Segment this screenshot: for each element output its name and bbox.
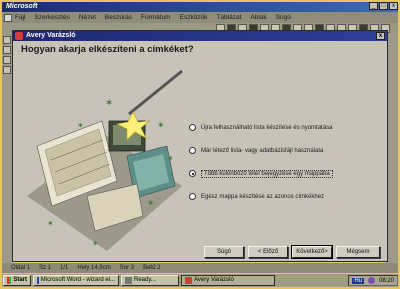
- taskbar-item-word[interactable]: Microsoft Word - wizard el...: [33, 275, 119, 286]
- option-label: Már létező lista- vagy adatbázisfájl has…: [201, 147, 324, 154]
- dialog-heading: Hogyan akarja elkészíteni a címkéket?: [21, 44, 194, 55]
- radio-button[interactable]: [189, 147, 196, 154]
- star-icon: ✶: [157, 120, 165, 130]
- clock: 08:20: [378, 277, 394, 284]
- taskbar-item-avery[interactable]: Avery Varázsló: [181, 275, 275, 286]
- menu-view[interactable]: Nézet: [79, 12, 96, 23]
- menu-insert[interactable]: Beszúrás: [105, 12, 132, 23]
- status-column: Betű 2: [143, 265, 161, 271]
- taskbar: Start Microsoft Word - wizard el... Read…: [2, 274, 398, 287]
- taskbar-item-label: Ready...: [134, 277, 156, 283]
- word-icon: [37, 277, 39, 284]
- dialog-close-button[interactable]: x: [376, 32, 385, 40]
- start-label: Start: [13, 277, 27, 283]
- star-icon: ✶: [167, 154, 174, 163]
- menu-file[interactable]: Fájl: [15, 12, 25, 23]
- menu-format[interactable]: Formátum: [141, 12, 171, 23]
- side-toolbar-button[interactable]: [3, 66, 11, 74]
- taskbar-item-ready[interactable]: Ready...: [121, 275, 179, 286]
- menu-help[interactable]: Súgó: [276, 12, 291, 23]
- language-indicator[interactable]: Hu: [352, 277, 364, 284]
- option-whole-folder[interactable]: Egész mappa készítése az azonos címkékhe…: [189, 192, 379, 201]
- option-multiple-items[interactable]: Több különböző tétel bejegyzése egy mapp…: [189, 169, 379, 178]
- taskbar-item-label: Microsoft Word - wizard el...: [40, 277, 115, 283]
- star-icon: ✶: [92, 239, 99, 248]
- option-new-list[interactable]: Újra felhasználható lista készítése és n…: [189, 123, 379, 132]
- menu-edit[interactable]: Szerkesztés: [34, 12, 69, 23]
- word-maximize-button[interactable]: □: [379, 2, 388, 10]
- status-position: Hely 14,9cm: [77, 265, 111, 271]
- dialog-title: Avery Varázsló: [26, 32, 76, 39]
- menu-tools[interactable]: Eszközök: [180, 12, 208, 23]
- option-existing-file[interactable]: Már létező lista- vagy adatbázisfájl has…: [189, 146, 379, 155]
- option-label: Újra felhasználható lista készítése és n…: [201, 124, 333, 131]
- status-line: Sor 3: [119, 265, 135, 271]
- windows-logo-icon: [7, 277, 12, 284]
- radio-button[interactable]: [189, 124, 196, 131]
- word-window-controls: _ □ x: [369, 2, 398, 10]
- dialog-button-row: Súgó < Előző Következő> Mégsem: [204, 245, 380, 259]
- menu-window[interactable]: Ablak: [250, 12, 266, 23]
- option-label: Egész mappa készítése az azonos címkékhe…: [201, 193, 325, 200]
- start-button[interactable]: Start: [3, 275, 31, 286]
- status-page-of: 1/1: [60, 265, 69, 271]
- taskbar-item-label: Avery Varázsló: [194, 277, 234, 283]
- help-button[interactable]: Súgó: [204, 246, 244, 258]
- star-icon: ✶: [105, 98, 113, 109]
- document-icon[interactable]: [4, 13, 12, 22]
- dialog-title-bar: Avery Varázsló x: [13, 31, 387, 41]
- menu-table[interactable]: Táblázat: [216, 12, 241, 23]
- avery-wizard-dialog: Avery Varázsló x Hogyan akarja elkészíte…: [12, 30, 388, 262]
- cancel-button[interactable]: Mégsem: [336, 246, 380, 258]
- option-label: Több különböző tétel bejegyzése egy mapp…: [201, 169, 333, 178]
- status-bar: Oldal 1 Sz 1 1/1 Hely 14,9cm Sor 3 Betű …: [2, 263, 398, 273]
- star-icon: ✶: [47, 219, 54, 228]
- word-minimize-button[interactable]: _: [369, 2, 378, 10]
- tray-icon[interactable]: [367, 277, 375, 284]
- wizard-illustration: ✶ ✶ ✶ ✶ ✶ ✶ ✶: [27, 69, 183, 251]
- options-radio-group: Újra felhasználható lista készítése és n…: [189, 123, 379, 215]
- app-icon: [125, 277, 132, 284]
- side-toolbar-button[interactable]: [3, 56, 11, 64]
- word-title-bar: Microsoft: [2, 2, 398, 12]
- wand-icon: [128, 69, 183, 116]
- side-toolbar-button[interactable]: [3, 36, 11, 44]
- star-icon: ✶: [147, 198, 155, 208]
- menu-bar: Fájl Szerkesztés Nézet Beszúrás Formátum…: [2, 12, 398, 23]
- side-toolbar-button[interactable]: [3, 46, 11, 54]
- avery-icon: [185, 277, 192, 284]
- next-button[interactable]: Következő>: [291, 245, 333, 259]
- word-close-button[interactable]: x: [389, 2, 398, 10]
- word-title: Microsoft: [6, 3, 38, 10]
- radio-button-selected[interactable]: [189, 170, 196, 177]
- back-button[interactable]: < Előző: [248, 246, 288, 258]
- avery-app-icon: [15, 32, 23, 40]
- status-section: Sz 1: [39, 265, 52, 271]
- left-toolbar-strip: [2, 34, 12, 264]
- star-icon: ✶: [77, 121, 84, 130]
- status-page: Oldal 1: [11, 265, 31, 271]
- radio-button[interactable]: [189, 193, 196, 200]
- system-tray: Hu 08:20: [348, 275, 398, 286]
